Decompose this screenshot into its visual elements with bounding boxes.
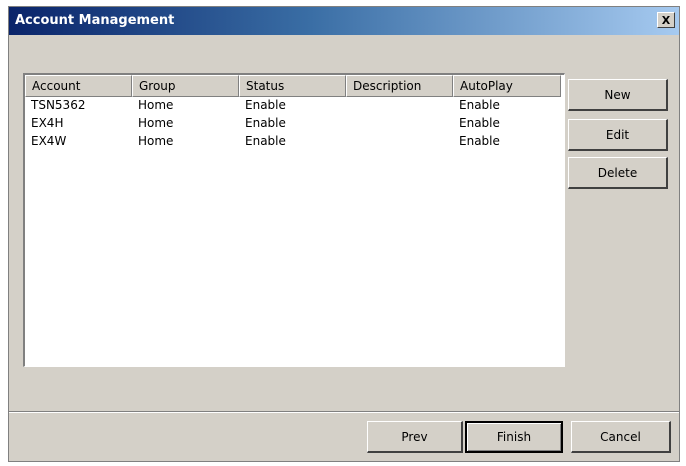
finish-button[interactable]: Finish xyxy=(465,421,563,453)
cell-group: Home xyxy=(138,116,174,130)
cell-status: Enable xyxy=(245,116,286,130)
cell-status: Enable xyxy=(245,134,286,148)
list-header: Account Group Status Description AutoPla… xyxy=(25,75,564,97)
cell-group: Home xyxy=(138,134,174,148)
cell-autoplay: Enable xyxy=(459,134,500,148)
column-header-autoplay[interactable]: AutoPlay xyxy=(453,75,561,97)
cell-autoplay: Enable xyxy=(459,98,500,112)
close-icon: X xyxy=(661,13,671,27)
cancel-button[interactable]: Cancel xyxy=(571,421,671,453)
cell-description xyxy=(346,133,453,151)
cell-description xyxy=(346,115,453,133)
delete-button[interactable]: Delete xyxy=(568,157,668,189)
table-row[interactable]: TSN5362 Home Enable Enable xyxy=(25,97,564,115)
cell-account: EX4W xyxy=(31,134,67,148)
new-button[interactable]: New xyxy=(568,79,668,111)
prev-button[interactable]: Prev xyxy=(367,421,463,453)
column-header-group[interactable]: Group xyxy=(132,75,239,97)
edit-button[interactable]: Edit xyxy=(568,119,668,151)
table-row[interactable]: EX4W Home Enable Enable xyxy=(25,133,564,151)
table-row[interactable]: EX4H Home Enable Enable xyxy=(25,115,564,133)
cell-account: TSN5362 xyxy=(31,98,86,112)
column-header-status[interactable]: Status xyxy=(239,75,346,97)
footer-separator xyxy=(9,411,679,413)
cell-status: Enable xyxy=(245,98,286,112)
window-title: Account Management xyxy=(15,13,175,28)
account-management-dialog: Account Management X Account Group Statu… xyxy=(8,6,680,462)
title-bar: Account Management X xyxy=(9,7,679,35)
accounts-list[interactable]: Account Group Status Description AutoPla… xyxy=(23,73,565,367)
cell-autoplay: Enable xyxy=(459,116,500,130)
cell-description xyxy=(346,97,453,115)
cell-account: EX4H xyxy=(31,116,64,130)
close-button[interactable]: X xyxy=(657,12,675,28)
column-header-account[interactable]: Account xyxy=(25,75,132,97)
cell-group: Home xyxy=(138,98,174,112)
column-header-description[interactable]: Description xyxy=(346,75,453,97)
